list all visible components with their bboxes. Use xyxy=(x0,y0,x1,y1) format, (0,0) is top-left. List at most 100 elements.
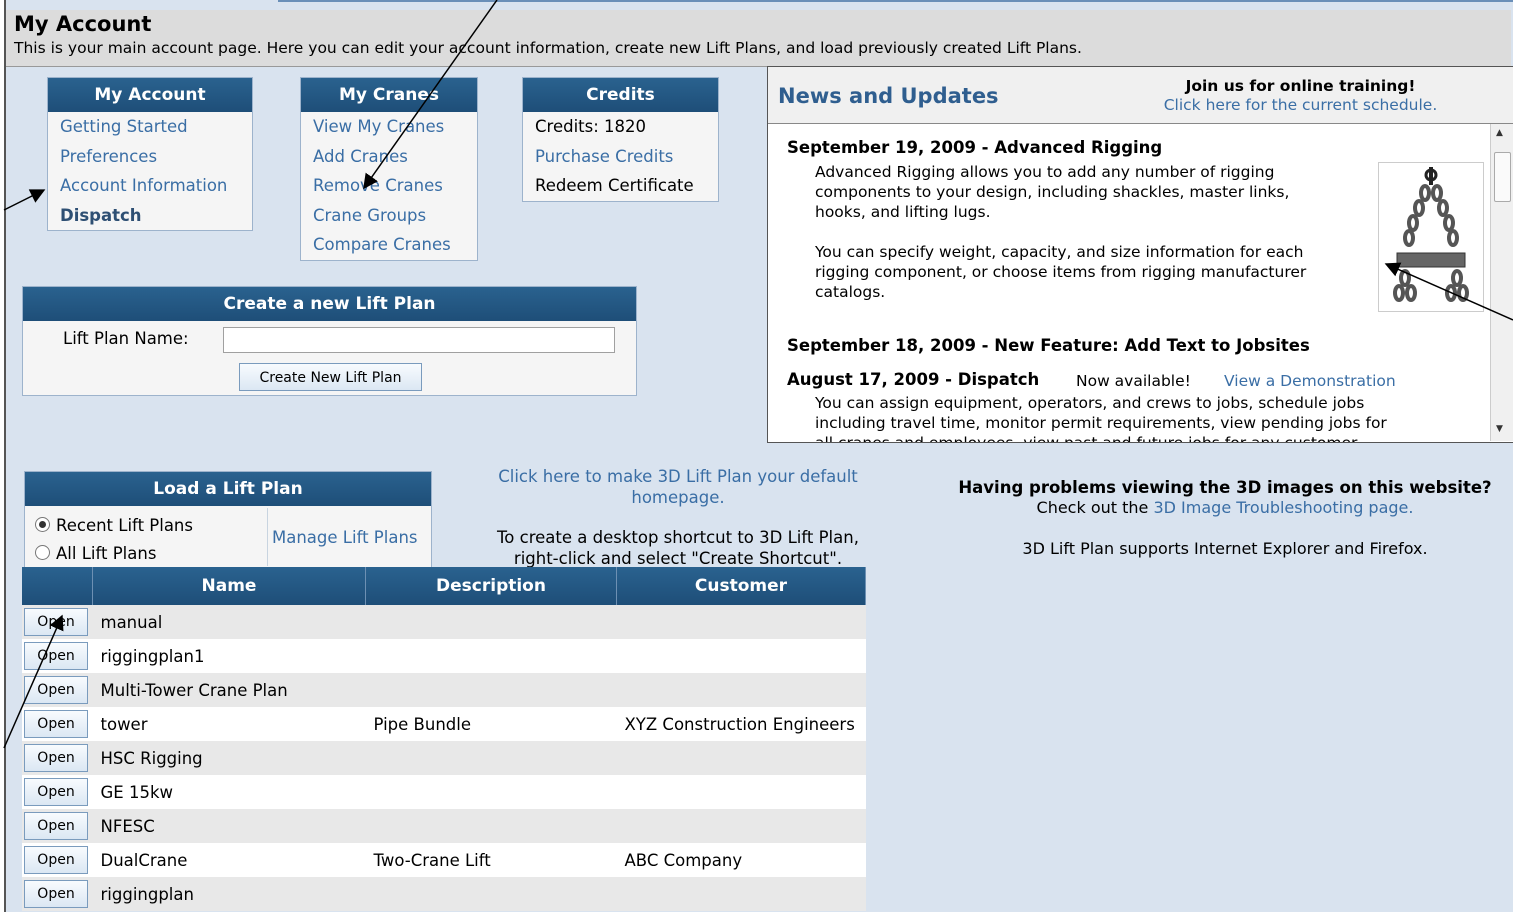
recent-plans-radio[interactable]: Recent Lift Plans xyxy=(35,516,193,535)
page-subtitle: This is your main account page. Here you… xyxy=(14,39,1082,57)
plan-name: DualCrane xyxy=(92,843,366,877)
news-header: News and Updates Join us for online trai… xyxy=(768,67,1513,124)
table-row: Open manual xyxy=(22,605,866,639)
table-row: Open tower Pipe Bundle XYZ Construction … xyxy=(22,707,866,741)
news-text: hooks, and lifting lugs. xyxy=(815,203,991,221)
plan-description: Two-Crane Lift xyxy=(365,843,617,877)
news-content: September 19, 2009 - Advanced Rigging Ad… xyxy=(768,124,1490,442)
open-cell: Open xyxy=(22,775,93,809)
plan-customer: ABC Company xyxy=(616,843,866,877)
default-homepage-link-line2: homepage. xyxy=(631,487,725,507)
open-button[interactable]: Open xyxy=(24,744,88,772)
news-panel: News and Updates Join us for online trai… xyxy=(767,66,1513,443)
table-row: Open DualCrane Two-Crane Lift ABC Compan… xyxy=(22,843,866,877)
menu-getting-started[interactable]: Getting Started xyxy=(48,112,252,142)
create-plan-panel: Create a new Lift Plan Lift Plan Name: C… xyxy=(22,286,637,396)
news-scrollbar[interactable]: ▲ ▼ xyxy=(1490,124,1513,441)
plan-customer xyxy=(616,741,866,775)
plan-description: Pipe Bundle xyxy=(365,707,617,741)
header-customer[interactable]: Customer xyxy=(616,567,866,605)
open-button[interactable]: Open xyxy=(24,676,88,704)
menu-remove-cranes[interactable]: Remove Cranes xyxy=(301,171,477,201)
scroll-thumb[interactable] xyxy=(1494,152,1511,202)
menu-redeem-certificate[interactable]: Redeem Certificate xyxy=(523,171,718,201)
open-button[interactable]: Open xyxy=(24,846,88,874)
table-row: Open Multi-Tower Crane Plan xyxy=(22,673,866,707)
news-text: all cranes and employees, view past and … xyxy=(815,433,1362,442)
default-homepage-link[interactable]: Click here to make 3D Lift Plan your def… xyxy=(470,467,886,508)
view-demonstration-link[interactable]: View a Demonstration xyxy=(1224,371,1396,392)
open-cell: Open xyxy=(22,673,93,707)
page-header: My Account This is your main account pag… xyxy=(6,10,1511,67)
create-plan-title: Create a new Lift Plan xyxy=(23,287,636,321)
news-text: You can specify weight, capacity, and si… xyxy=(815,243,1304,261)
plan-name: HSC Rigging xyxy=(92,741,366,775)
menu-account-information[interactable]: Account Information xyxy=(48,171,252,201)
plan-name: NFESC xyxy=(92,809,366,843)
troubleshoot-prefix: Check out the xyxy=(1036,498,1149,517)
news-text: Advanced Rigging allows you to add any n… xyxy=(815,163,1275,181)
plan-customer xyxy=(616,605,866,639)
open-button[interactable]: Open xyxy=(24,880,88,908)
load-divider xyxy=(267,508,268,566)
plan-name: tower xyxy=(92,707,366,741)
create-new-lift-plan-button[interactable]: Create New Lift Plan xyxy=(239,363,422,391)
open-button[interactable]: Open xyxy=(24,778,88,806)
news-text: rigging component, or choose items from … xyxy=(815,263,1307,281)
open-button[interactable]: Open xyxy=(24,608,88,636)
top-strip xyxy=(278,0,1513,2)
radio-unselected-icon[interactable] xyxy=(35,545,50,560)
load-plan-panel: Load a Lift Plan Recent Lift Plans All L… xyxy=(24,471,432,568)
recent-plans-label: Recent Lift Plans xyxy=(56,516,193,535)
open-button[interactable]: Open xyxy=(24,812,88,840)
plan-customer xyxy=(616,639,866,673)
plan-customer xyxy=(616,877,866,911)
default-homepage-link-line1: Click here to make 3D Lift Plan your def… xyxy=(498,467,858,486)
open-cell: Open xyxy=(22,877,93,911)
open-cell: Open xyxy=(22,843,93,877)
header-open-column xyxy=(22,567,93,605)
open-cell: Open xyxy=(22,707,93,741)
table-header-row: Name Description Customer xyxy=(22,567,866,605)
open-button[interactable]: Open xyxy=(24,710,88,738)
open-button[interactable]: Open xyxy=(24,642,88,670)
training-schedule-link[interactable]: Click here for the current schedule. xyxy=(1113,96,1488,114)
open-cell: Open xyxy=(22,741,93,775)
account-menu: My Account Getting Started Preferences A… xyxy=(47,77,253,231)
troubleshoot-link[interactable]: 3D Image Troubleshooting page. xyxy=(1153,498,1413,517)
scroll-down-icon[interactable]: ▼ xyxy=(1496,424,1503,434)
all-plans-label: All Lift Plans xyxy=(56,544,157,563)
plan-description xyxy=(365,605,617,639)
menu-crane-groups[interactable]: Crane Groups xyxy=(301,201,477,231)
header-name[interactable]: Name xyxy=(92,567,366,605)
plan-description xyxy=(365,673,617,707)
menu-purchase-credits[interactable]: Purchase Credits xyxy=(523,142,718,172)
news-available-text: Now available! xyxy=(1076,372,1191,390)
all-plans-radio[interactable]: All Lift Plans xyxy=(35,544,156,563)
table-row: Open HSC Rigging xyxy=(22,741,866,775)
open-cell: Open xyxy=(22,639,93,673)
header-description[interactable]: Description xyxy=(365,567,617,605)
manage-lift-plans-link[interactable]: Manage Lift Plans xyxy=(272,528,418,547)
menu-add-cranes[interactable]: Add Cranes xyxy=(301,142,477,172)
plan-description xyxy=(365,775,617,809)
lift-plan-name-input[interactable] xyxy=(223,327,615,353)
plan-description xyxy=(365,741,617,775)
plan-customer: XYZ Construction Engineers xyxy=(616,707,866,741)
menu-preferences[interactable]: Preferences xyxy=(48,142,252,172)
scroll-up-icon[interactable]: ▲ xyxy=(1496,128,1503,138)
plan-name: GE 15kw xyxy=(92,775,366,809)
page-title: My Account xyxy=(14,12,152,36)
radio-selected-icon[interactable] xyxy=(35,517,50,532)
menu-dispatch[interactable]: Dispatch xyxy=(48,201,252,231)
news-text: You can assign equipment, operators, and… xyxy=(815,394,1365,412)
lift-plans-table: Name Description Customer Open manual Op… xyxy=(22,567,866,911)
cranes-menu-title: My Cranes xyxy=(301,78,477,112)
news-item-title: August 17, 2009 - Dispatch xyxy=(787,370,1040,389)
credits-count: Credits: 1820 xyxy=(535,117,647,136)
plan-description xyxy=(365,639,617,673)
menu-view-my-cranes[interactable]: View My Cranes xyxy=(301,112,477,142)
menu-compare-cranes[interactable]: Compare Cranes xyxy=(301,230,477,260)
credits-menu-title: Credits xyxy=(523,78,718,112)
training-heading: Join us for online training! xyxy=(1185,77,1416,95)
